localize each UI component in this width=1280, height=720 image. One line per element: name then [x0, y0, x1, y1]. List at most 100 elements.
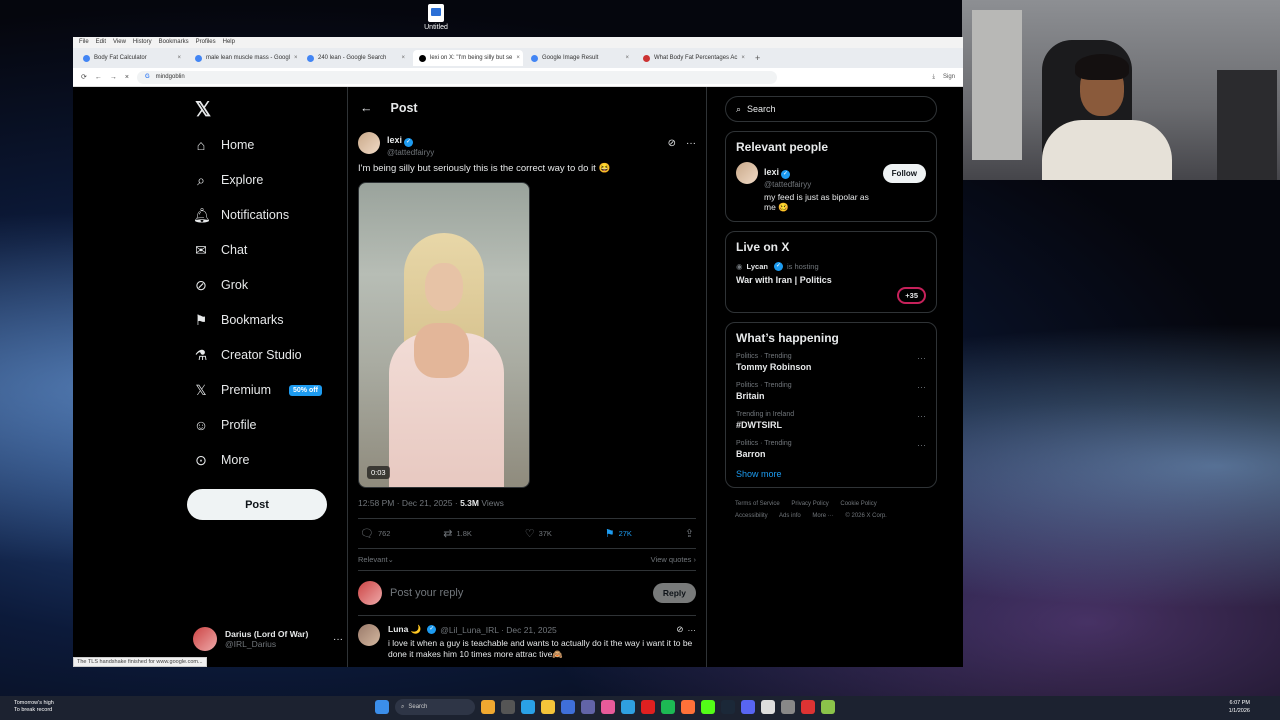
view-quotes-link[interactable]: View quotes ›	[651, 555, 696, 564]
share-button[interactable]: ⇪	[685, 527, 694, 540]
edge-icon[interactable]	[621, 700, 635, 714]
app-icon[interactable]	[801, 700, 815, 714]
tab-lean-muscle[interactable]: male lean muscle mass - Googl ×	[189, 50, 299, 66]
nav-explore[interactable]: ⌕ Explore	[193, 165, 263, 195]
post-video[interactable]: 0:03	[358, 182, 530, 488]
x-logo-icon[interactable]: 𝕏	[195, 97, 211, 122]
more-dots-icon[interactable]: ···	[333, 634, 343, 645]
forward-icon[interactable]: →	[110, 74, 117, 81]
follow-button[interactable]: Follow	[882, 164, 926, 183]
youtube-icon[interactable]	[641, 700, 655, 714]
bookmark-button[interactable]: ⚑ 27K	[605, 527, 632, 540]
app-icon[interactable]	[781, 700, 795, 714]
taskbar-search[interactable]: ⌕ Search	[395, 699, 475, 715]
menu-history[interactable]: History	[133, 39, 152, 46]
grok-icon[interactable]: ⊘	[668, 138, 676, 149]
reply-handle[interactable]: @Lil_Luna_IRL · Dec 21, 2025	[440, 625, 557, 635]
app-icon[interactable]	[821, 700, 835, 714]
grok-icon[interactable]: ⊘	[676, 624, 683, 635]
close-tab-icon[interactable]: ×	[294, 55, 298, 61]
footer-terms[interactable]: Terms of Service	[735, 501, 780, 507]
avatar[interactable]	[358, 624, 380, 646]
nav-chat[interactable]: ✉ Chat	[193, 235, 247, 265]
live-on-x-panel[interactable]: Live on X ◉ Lycan ✓ is hosting War with …	[725, 231, 937, 313]
discord-icon[interactable]	[741, 700, 755, 714]
repost-button[interactable]: ⇄ 1.8K	[443, 527, 472, 540]
spotify-icon[interactable]	[661, 700, 675, 714]
trend-item[interactable]: Politics · Trending Tommy Robinson ···	[736, 353, 926, 372]
more-dots-icon[interactable]: ···	[917, 353, 926, 372]
like-button[interactable]: ♡ 37K	[525, 527, 552, 540]
system-clock[interactable]: 6:07 PM 1/1/2026	[1229, 700, 1250, 715]
tab-240-lean[interactable]: 240 lean - Google Search ×	[301, 50, 411, 66]
reply-input[interactable]: Post your reply	[390, 587, 645, 599]
trend-item[interactable]: Politics · Trending Britain ···	[736, 382, 926, 401]
app-icon[interactable]	[521, 700, 535, 714]
nav-grok[interactable]: ⊘ Grok	[193, 270, 248, 300]
file-explorer-icon[interactable]	[541, 700, 555, 714]
close-tab-icon[interactable]: ×	[741, 55, 745, 61]
menu-bookmarks[interactable]: Bookmarks	[159, 39, 189, 46]
tab-body-fat-percentages[interactable]: What Body Fat Percentages Ac ×	[637, 50, 747, 66]
menu-help[interactable]: Help	[223, 39, 235, 46]
trend-item[interactable]: Trending in Ireland #DWTSIRL ···	[736, 411, 926, 430]
kick-icon[interactable]	[701, 700, 715, 714]
footer-ads[interactable]: Ads info	[779, 513, 801, 519]
nav-more[interactable]: ⊙ More	[193, 445, 249, 475]
download-icon[interactable]: ⤓	[932, 74, 935, 81]
show-more-link[interactable]: Show more	[736, 469, 926, 479]
close-tab-icon[interactable]: ×	[516, 55, 520, 61]
steam-icon[interactable]	[721, 700, 735, 714]
trend-item[interactable]: Politics · Trending Barron ···	[736, 440, 926, 459]
footer-cookie[interactable]: Cookie Policy	[840, 501, 876, 507]
reply-submit-button[interactable]: Reply	[652, 583, 696, 603]
author-name[interactable]: lexi	[387, 135, 402, 145]
nav-premium[interactable]: 𝕏 Premium 50% off	[193, 375, 322, 405]
avatar[interactable]	[358, 132, 380, 154]
reply-author[interactable]: Luna 🌙	[388, 624, 421, 635]
post-button[interactable]: Post	[187, 489, 327, 520]
more-dots-icon[interactable]: ···	[917, 411, 926, 430]
avatar[interactable]	[736, 162, 758, 184]
nav-profile[interactable]: ☺ Profile	[193, 410, 257, 440]
stop-icon[interactable]: ×	[125, 74, 129, 81]
close-tab-icon[interactable]: ×	[401, 55, 405, 61]
nav-bookmarks[interactable]: ⚑ Bookmarks	[193, 305, 284, 335]
sort-dropdown[interactable]: Relevant⌄	[358, 555, 394, 564]
start-icon[interactable]	[375, 700, 389, 714]
account-switcher[interactable]: Darius (Lord Of War) @IRL_Darius ···	[193, 627, 343, 651]
search-input[interactable]: ⌕ Search	[725, 96, 937, 122]
app-icon[interactable]	[601, 700, 615, 714]
footer-privacy[interactable]: Privacy Policy	[791, 501, 828, 507]
footer-more[interactable]: More ···	[812, 513, 833, 519]
more-dots-icon[interactable]: ···	[688, 625, 697, 635]
app-icon[interactable]	[561, 700, 575, 714]
person-handle[interactable]: @tattedfairyy	[764, 180, 877, 189]
weather-widget[interactable]: Tomorrow's high To break record	[14, 700, 54, 714]
more-dots-icon[interactable]: ···	[917, 440, 926, 459]
desktop-file-icon[interactable]: Untitled	[420, 4, 452, 31]
tab-lexi-on-x[interactable]: lexi on X: "I'm being silly but se ×	[413, 50, 523, 66]
reply-button[interactable]: 🗨︎ 762	[360, 527, 390, 540]
tab-body-fat-calculator[interactable]: Body Fat Calculator ×	[77, 50, 187, 66]
tab-google-image-result[interactable]: Google Image Result ×	[525, 50, 635, 66]
back-arrow-icon[interactable]: ←	[360, 101, 373, 115]
app-icon[interactable]	[761, 700, 775, 714]
back-icon[interactable]: ←	[95, 74, 102, 81]
person-name[interactable]: lexi	[764, 167, 779, 177]
post-timestamp[interactable]: 12:58 PM · Dec 21, 2025 ·	[358, 498, 460, 508]
footer-accessibility[interactable]: Accessibility	[735, 513, 768, 519]
reload-icon[interactable]: ⟳	[81, 73, 87, 81]
app-icon[interactable]	[501, 700, 515, 714]
close-tab-icon[interactable]: ×	[177, 55, 181, 61]
menu-view[interactable]: View	[113, 39, 126, 46]
new-tab-button[interactable]: +	[749, 53, 766, 63]
author-handle[interactable]: @tattedfairyy	[387, 148, 434, 157]
nav-home[interactable]: ⌂ Home	[193, 130, 255, 160]
menu-file[interactable]: File	[79, 39, 89, 46]
more-dots-icon[interactable]: ···	[686, 138, 696, 149]
menu-profiles[interactable]: Profiles	[196, 39, 216, 46]
reply-item[interactable]: Luna 🌙 ✓ @Lil_Luna_IRL · Dec 21, 2025 ⊘ …	[358, 616, 696, 667]
menu-edit[interactable]: Edit	[96, 39, 106, 46]
close-tab-icon[interactable]: ×	[625, 55, 629, 61]
